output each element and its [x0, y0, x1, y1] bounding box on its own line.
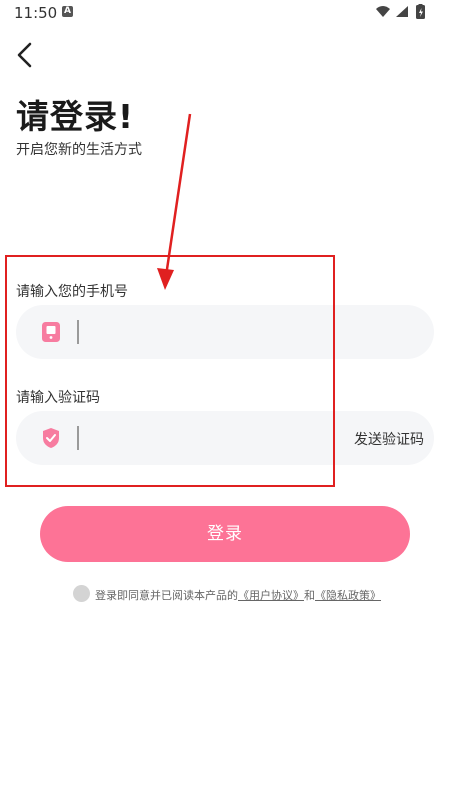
chevron-left-icon	[17, 42, 32, 68]
status-time: 11:50	[14, 4, 58, 22]
status-bar: 11:50 A	[0, 0, 450, 26]
agreement-text: 登录即同意并已阅读本产品的《用户协议》和《隐私政策》	[95, 587, 381, 603]
page-subtitle: 开启您新的生活方式	[16, 142, 142, 158]
agreement-checkbox[interactable]	[73, 585, 90, 602]
user-agreement-link[interactable]: 《用户协议》	[238, 589, 304, 602]
login-button[interactable]: 登录	[40, 506, 410, 562]
wifi-icon	[376, 6, 390, 17]
agreement-and: 和	[304, 589, 315, 602]
notification-icon: A	[62, 6, 73, 17]
privacy-policy-link[interactable]: 《隐私政策》	[315, 589, 381, 602]
page-title: 请登录!	[16, 97, 135, 136]
send-code-button[interactable]: 发送验证码	[354, 429, 424, 449]
battery-icon	[416, 4, 425, 19]
annotation-highlight-box	[5, 255, 335, 487]
agreement-prefix: 登录即同意并已阅读本产品的	[95, 589, 238, 602]
signal-icon	[396, 6, 408, 17]
back-button[interactable]	[14, 38, 44, 72]
status-icons	[374, 4, 436, 20]
